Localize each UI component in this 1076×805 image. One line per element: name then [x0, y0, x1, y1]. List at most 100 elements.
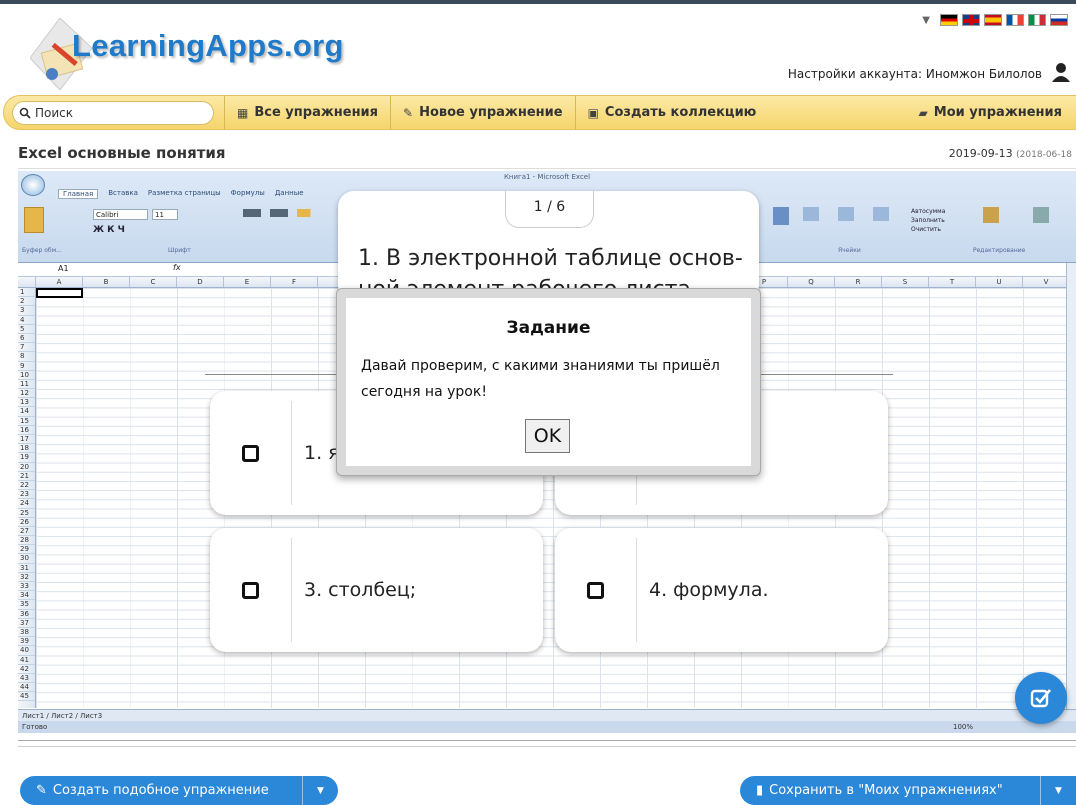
nav-create-collection-label: Создать коллекцию	[604, 105, 757, 120]
excel-status-text: Готово	[22, 723, 48, 731]
group-label: Ячейки	[838, 247, 861, 254]
save-main[interactable]: ▮ Сохранить в "Моих упражнениях"	[740, 783, 1040, 798]
row-header: 30	[18, 554, 35, 564]
answer-checkbox[interactable]	[210, 538, 292, 642]
excel-window-title: Книга1 - Microsoft Excel	[503, 173, 591, 181]
user-icon[interactable]	[1052, 62, 1070, 82]
create-similar-main[interactable]: ✎ Создать подобное упражнение	[20, 783, 302, 798]
dialog-text: Давай проверим, с какими знаниями ты при…	[361, 358, 720, 400]
group-label: Редактирование	[973, 247, 1026, 254]
row-header: 16	[18, 426, 35, 435]
check-edit-icon	[1030, 689, 1051, 708]
flag-de-icon[interactable]	[940, 14, 958, 26]
create-similar-dropdown[interactable]: ▼	[302, 776, 338, 805]
row-header: 7	[18, 343, 35, 353]
account-settings-link[interactable]: Настройки аккаунта: Иномжон Билолов	[788, 67, 1042, 81]
answer-text: 3. столбец;	[304, 579, 417, 601]
row-header: 4	[18, 316, 35, 325]
nav-all-exercises[interactable]: ▦ Все упражнения	[224, 95, 390, 130]
fx-icon: fx	[173, 263, 181, 272]
excel-selected-cell	[36, 288, 83, 298]
autosum-label: Автосумма	[911, 208, 946, 215]
nav-my-exercises-label: Мои упражнения	[933, 105, 1062, 120]
create-similar-button[interactable]: ✎ Создать подобное упражнение ▼	[20, 776, 338, 805]
answer-option-3[interactable]: 3. столбец;	[210, 528, 543, 652]
column-header: A	[36, 277, 83, 287]
column-header: U	[976, 277, 1023, 287]
main-navbar: Поиск ▦ Все упражнения ✎ Новое упражнени…	[3, 95, 1076, 130]
column-header: D	[177, 277, 224, 287]
site-logo[interactable]: LearningApps.org	[30, 10, 370, 94]
row-header: 12	[18, 389, 35, 399]
answer-option-4[interactable]: 4. формула.	[555, 528, 888, 652]
search-icon	[19, 107, 31, 119]
column-header: B	[83, 277, 130, 287]
answer-checkbox[interactable]	[555, 538, 637, 642]
flag-es-icon[interactable]	[984, 14, 1002, 26]
caret-down-icon: ▼	[317, 785, 324, 796]
row-header: 20	[18, 463, 35, 472]
row-header: 33	[18, 582, 35, 592]
check-answers-button[interactable]	[1015, 672, 1067, 724]
ok-button[interactable]: OK	[525, 419, 570, 453]
column-header: E	[224, 277, 271, 287]
dropdown-arrow-icon[interactable]: ▼	[922, 15, 930, 26]
bookmark-icon: ▮	[756, 783, 764, 798]
delete-cells-icon	[838, 207, 854, 221]
excel-tab: Разметка страницы	[147, 189, 221, 197]
answer-checkbox[interactable]	[210, 401, 292, 505]
nav-my-exercises[interactable]: ▰ Мои упражнения	[907, 95, 1076, 130]
excel-status-bar: Готово 100%	[18, 721, 1076, 733]
row-header: 18	[18, 444, 35, 454]
paste-icon	[24, 207, 44, 233]
row-header: 45	[18, 692, 35, 702]
date-value: 2019-09-13	[948, 147, 1013, 160]
editing-tools: Автосумма Заполнить Очистить	[911, 207, 945, 234]
page-date: 2019-09-13 (2018-06-18	[949, 147, 1072, 160]
flag-fr-icon[interactable]	[1006, 14, 1024, 26]
answer-text: 1. я	[304, 442, 340, 464]
excel-tab: Вставка	[108, 189, 138, 197]
row-header: 43	[18, 674, 35, 684]
format-cells-icon	[873, 207, 889, 221]
column-header: R	[835, 277, 882, 287]
row-header: 37	[18, 619, 35, 628]
flag-ru-icon[interactable]	[1050, 14, 1068, 26]
name-box: A1	[58, 264, 69, 273]
row-header: 19	[18, 453, 35, 463]
row-header: 42	[18, 665, 35, 674]
logo-text: LearningApps.org	[72, 28, 344, 63]
task-dialog: Задание Давай проверим, с какими знаниям…	[336, 288, 761, 476]
flag-gb-icon[interactable]	[962, 14, 980, 26]
row-header: 26	[18, 518, 35, 527]
divider	[18, 168, 1076, 169]
row-header: 41	[18, 656, 35, 665]
row-header: 10	[18, 371, 35, 380]
row-header: 14	[18, 407, 35, 417]
styles-icon	[773, 207, 789, 225]
checkbox-icon	[587, 581, 604, 599]
row-header: 2	[18, 297, 35, 307]
search-placeholder: Поиск	[35, 105, 74, 120]
row-header: 29	[18, 545, 35, 555]
row-header: 15	[18, 417, 35, 426]
search-input[interactable]: Поиск	[12, 100, 214, 125]
row-header: 25	[18, 509, 35, 518]
row-header: 6	[18, 334, 35, 344]
footer-divider	[18, 746, 1076, 747]
row-header: 17	[18, 435, 35, 445]
flag-it-icon[interactable]	[1028, 14, 1046, 26]
date-created: (2018-06-18	[1016, 150, 1072, 160]
save-dropdown[interactable]: ▼	[1040, 776, 1076, 805]
language-selector[interactable]: ▼	[922, 14, 1068, 26]
font-format-icons: Ж К Ч	[93, 225, 125, 235]
insert-cells-icon	[803, 207, 819, 221]
row-header: 11	[18, 380, 35, 390]
row-header: 38	[18, 628, 35, 638]
nav-new-exercise[interactable]: ✎ Новое упражнение	[390, 95, 575, 130]
excel-vertical-scrollbar	[1066, 263, 1076, 709]
question-counter: 1 / 6	[505, 191, 594, 228]
nav-create-collection[interactable]: ▣ Создать коллекцию	[574, 95, 769, 130]
save-to-my-exercises-button[interactable]: ▮ Сохранить в "Моих упражнениях" ▼	[740, 776, 1076, 805]
row-header: 23	[18, 490, 35, 500]
